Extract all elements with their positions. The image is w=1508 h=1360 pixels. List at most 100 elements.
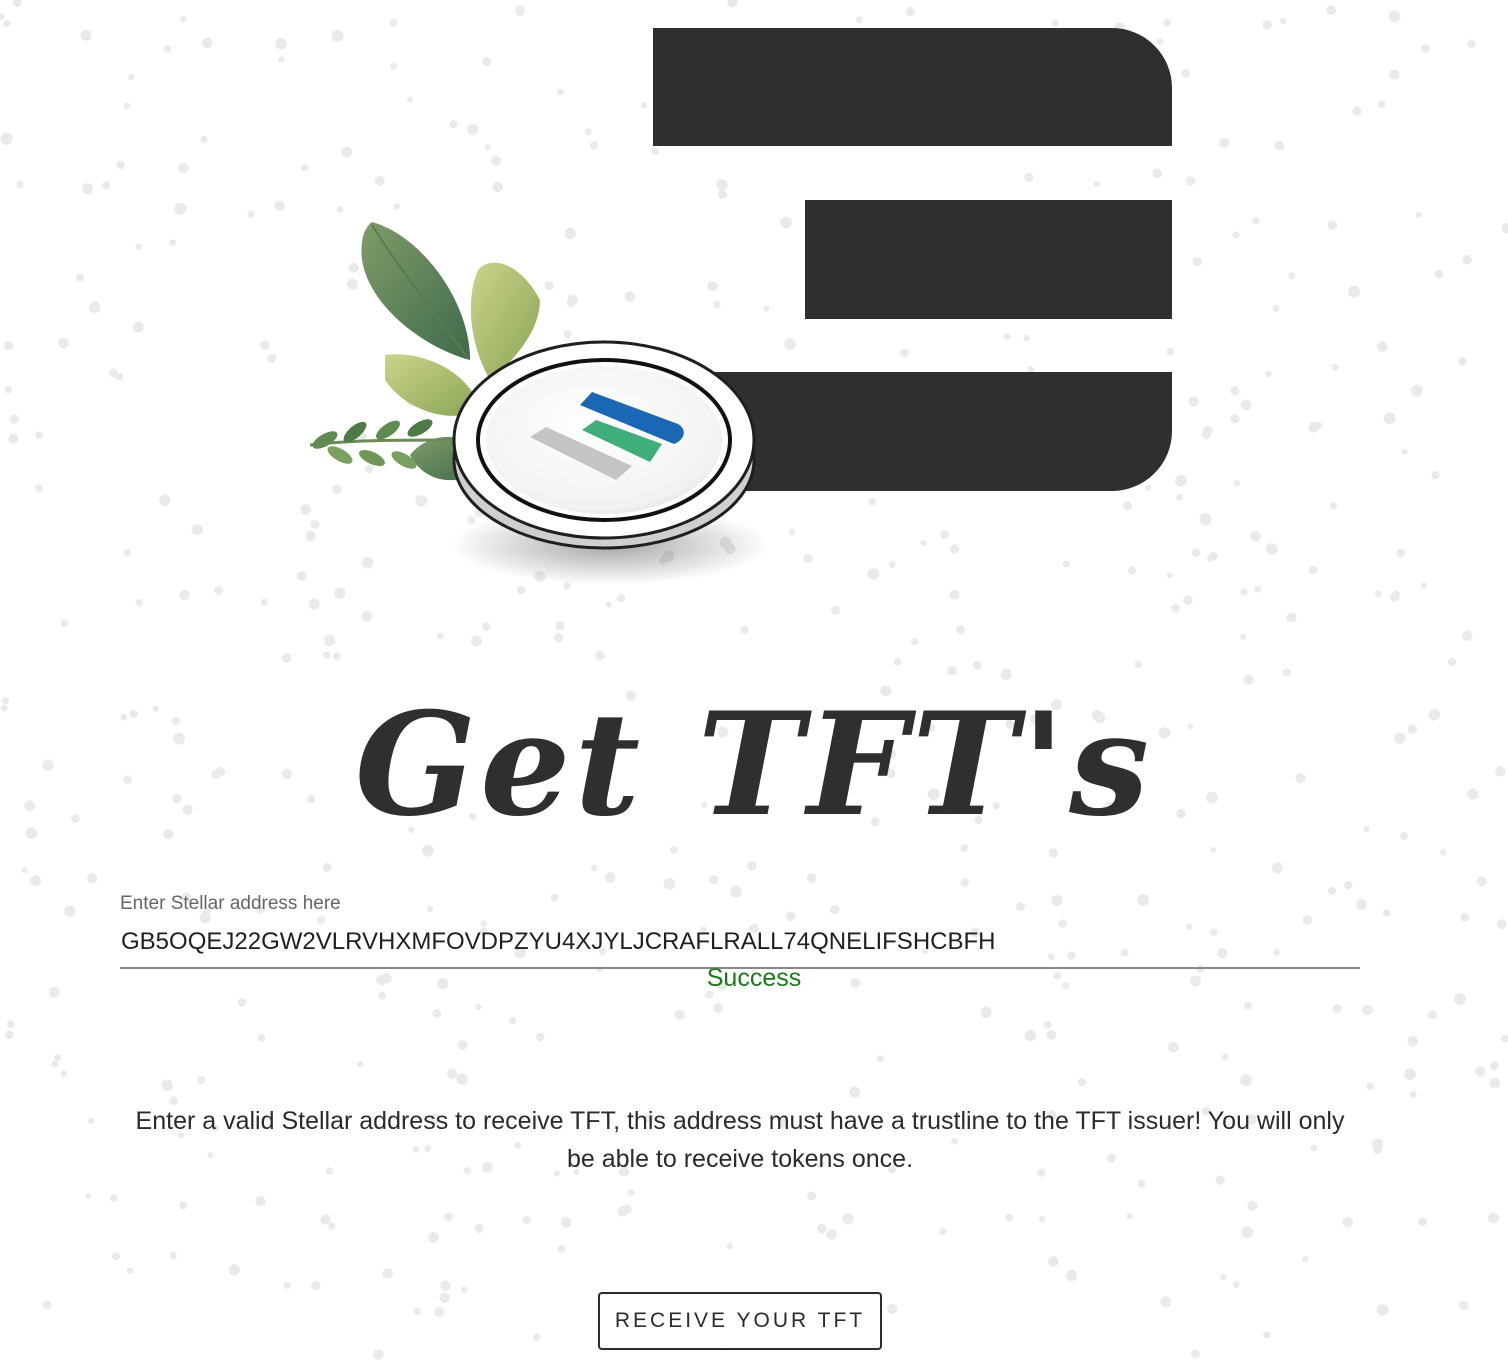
background-dot [88,1117,95,1124]
background-dot [1048,1256,1059,1267]
background-dot [1126,1213,1133,1220]
background-dot [373,1349,384,1360]
background-dot [817,1223,827,1234]
background-dot [457,1040,468,1050]
background-dot [161,1079,173,1091]
background-dot [560,1216,572,1228]
background-dot [432,1009,442,1018]
background-dot [1460,912,1470,922]
background-dot [939,1228,947,1236]
background-dot [323,651,331,659]
background-dot [447,1068,458,1079]
background-dot [826,1229,837,1240]
background-dot [886,1303,898,1315]
background-dot [434,1307,444,1317]
background-dot [1137,1179,1146,1188]
background-dot [197,1075,206,1085]
background-dot [64,905,76,917]
background-dot [1459,1300,1469,1311]
background-dot [1382,909,1391,917]
background-dot [1024,1029,1037,1042]
background-dot [460,1286,468,1294]
background-dot [110,1194,118,1202]
background-dot [30,875,42,887]
background-dot [444,1212,453,1222]
background-dot [522,1215,531,1224]
background-dot [849,1086,861,1098]
background-dot [1247,1200,1258,1211]
background-dot [1005,1213,1014,1222]
background-dot [328,1222,336,1230]
logo-bar-middle [805,200,1172,319]
background-dot [1474,1066,1486,1077]
background-dot [557,1245,566,1253]
stellar-address-input[interactable] [120,920,1360,969]
background-dot [1302,1256,1309,1263]
background-dot [709,875,719,885]
background-dot [980,1006,992,1019]
tft-coin-icon [450,340,770,585]
background-dot [428,1231,439,1243]
stellar-address-label: Enter Stellar address here [120,893,341,914]
page-title: Get TFT's [354,682,1154,848]
background-dot [1454,993,1466,1006]
logo-bar-top [653,28,1172,146]
background-dot [713,1003,724,1013]
background-dot [228,1264,240,1276]
background-dot [1077,1077,1087,1087]
background-dot [311,1281,321,1291]
background-dot [1190,1349,1200,1359]
background-dot [1220,1273,1227,1281]
instructions-text: Enter a valid Stellar address to receive… [135,1107,1345,1173]
background-dot [674,1009,685,1020]
background-dot [85,1192,92,1199]
background-dot [1232,1281,1240,1288]
background-dot [1496,919,1507,930]
receive-tft-button[interactable]: RECEIVE YOUR TFT [598,1292,882,1350]
background-dot [1342,1216,1354,1228]
background-dot [255,1196,266,1207]
background-dot [1477,876,1487,887]
status-message: Success [706,964,802,992]
background-dot [1489,1061,1499,1071]
background-dot [1418,1217,1427,1226]
hero-illustration [309,28,1172,585]
background-dot [1222,1053,1229,1061]
background-dot [1043,1021,1052,1029]
background-dot [1500,1034,1508,1043]
background-dot [1243,1001,1252,1010]
stellar-address-field: Enter Stellar address here [120,892,1360,969]
background-dot [1366,1082,1375,1091]
background-dot [726,1242,733,1250]
background-dot [1427,1010,1437,1020]
background-dot [1065,1269,1078,1282]
background-dot [320,1214,331,1225]
background-dot [475,1003,482,1011]
background-dot [51,1060,59,1068]
background-dot [1489,1077,1501,1089]
background-dot [508,1016,517,1025]
background-dot [382,1268,393,1279]
background-dot [456,1073,468,1085]
background-dot [357,1061,364,1068]
background-dot [5,1030,14,1039]
background-dot [169,1251,177,1260]
background-dot [60,1070,68,1078]
background-dot [532,1333,541,1342]
background-dot [1407,1036,1419,1047]
background-dot [1404,1068,1416,1081]
background-dot [1376,1304,1389,1316]
background-dot [617,1206,628,1217]
background-dot [960,878,969,887]
background-dot [126,1267,134,1274]
background-dot [237,998,247,1007]
background-dot [595,650,605,661]
background-dot [333,652,341,661]
background-dot [474,1223,484,1233]
background-dot [413,1307,422,1316]
logo-bar-bottom [700,372,1172,491]
background-dot [257,1034,266,1042]
background-dot [604,872,616,883]
background-dot [112,1252,121,1261]
background-dot [42,1300,52,1310]
